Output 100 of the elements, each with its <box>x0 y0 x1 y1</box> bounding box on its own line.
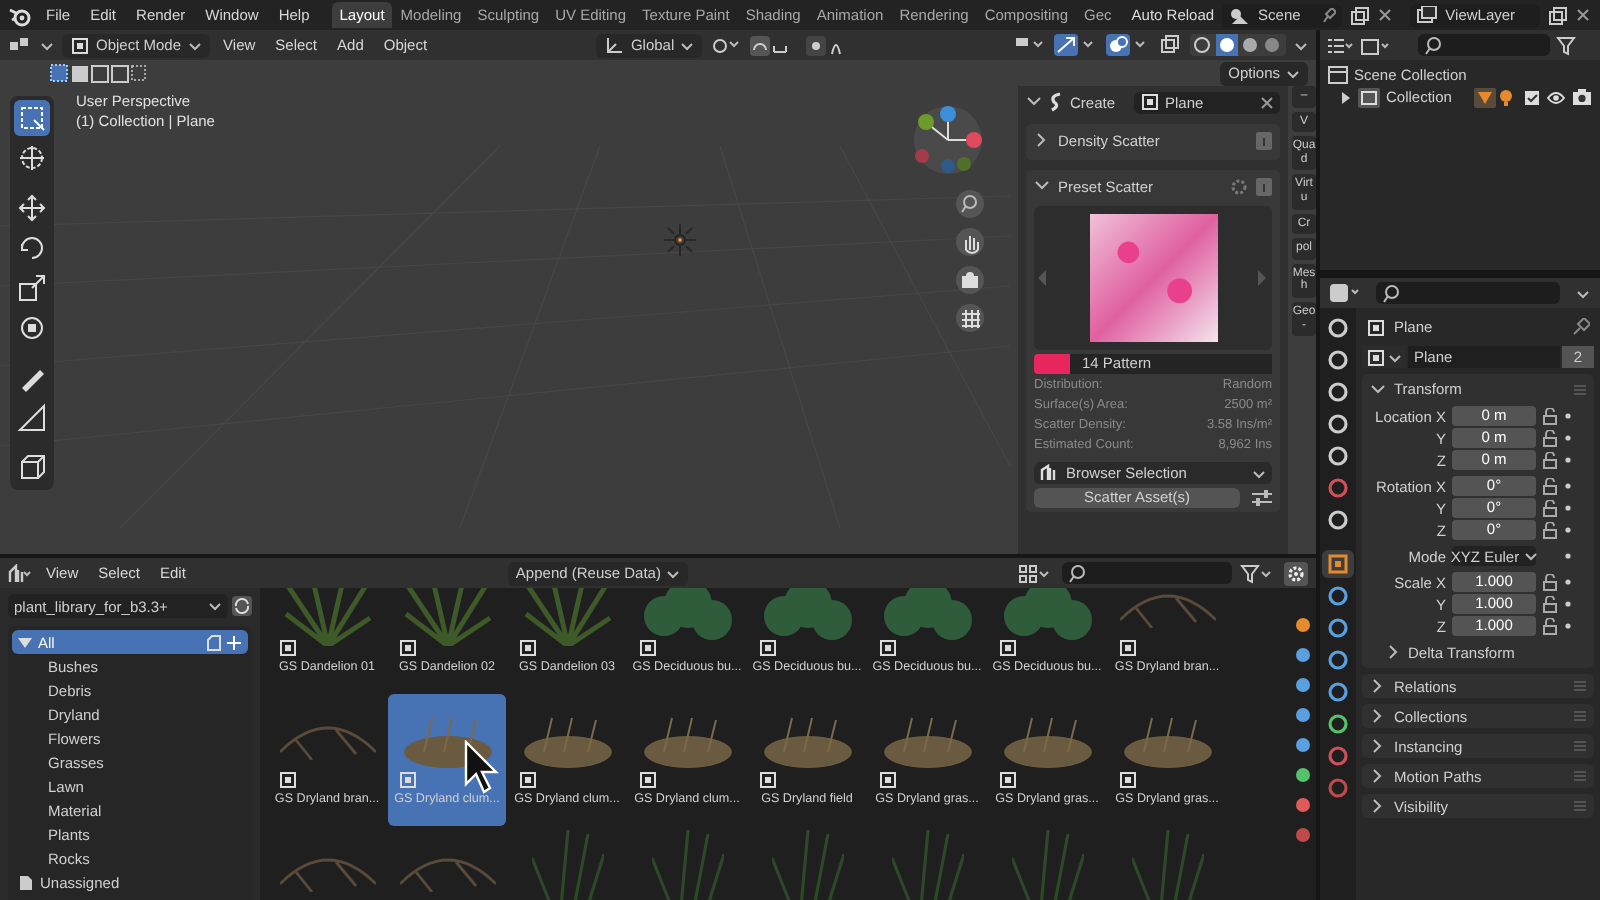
plant-thumbnail-drawing <box>1123 716 1211 768</box>
properties-tab[interactable] <box>1322 550 1354 578</box>
display-mode-icon[interactable] <box>1018 563 1054 583</box>
close-icon[interactable] <box>1576 7 1592 23</box>
navigation-gizmo-drawing[interactable] <box>912 104 984 176</box>
lock-icon[interactable] <box>1542 477 1558 495</box>
tool-button[interactable] <box>14 190 50 226</box>
clear-icon <box>1260 95 1274 109</box>
grid-button[interactable] <box>956 304 984 332</box>
filter-toggles-icon[interactable] <box>1474 87 1518 107</box>
transform-icon <box>16 312 48 344</box>
drag-handle-icon <box>1574 798 1586 814</box>
dropdown-caret-icon <box>208 600 222 612</box>
filter-icon[interactable] <box>1556 35 1576 55</box>
keyframe-dot-icon[interactable] <box>1564 552 1572 560</box>
lock-icon[interactable] <box>1542 451 1558 469</box>
search-field[interactable] <box>1418 34 1550 56</box>
camera-icon[interactable] <box>1572 88 1592 106</box>
document-icon <box>18 873 34 891</box>
eye-icon[interactable] <box>1546 89 1566 105</box>
search-icon <box>1382 283 1402 303</box>
new-view-layer-icon[interactable] <box>1548 5 1568 25</box>
filter-icon[interactable] <box>1240 563 1276 583</box>
scatter-logo-icon <box>1048 92 1064 112</box>
hand-button[interactable] <box>956 228 984 256</box>
plant-thumbnail-drawing <box>643 716 731 768</box>
keyframe-dot-icon[interactable] <box>1564 482 1572 490</box>
plant-thumbnail-drawing <box>403 588 491 646</box>
pivot-icon[interactable] <box>710 35 743 55</box>
plant-thumbnail-drawing <box>1131 830 1203 900</box>
lock-icon[interactable] <box>1542 617 1558 635</box>
editor-type-icon[interactable] <box>8 35 32 55</box>
gizmo-toggle-icon[interactable] <box>1054 34 1098 56</box>
search-field[interactable] <box>1376 282 1560 304</box>
overlay-toggle-icon[interactable] <box>1106 34 1150 56</box>
xray-toggle-icon[interactable] <box>1158 34 1182 56</box>
hand-icon <box>959 231 981 253</box>
dropdown-caret-icon <box>1252 467 1266 479</box>
close-icon[interactable] <box>1377 7 1394 23</box>
refresh-icon[interactable] <box>232 596 252 616</box>
editor-type-icon[interactable] <box>8 563 32 583</box>
color-swatch[interactable] <box>1034 354 1070 374</box>
cursor-icon <box>16 142 48 174</box>
plant-thumbnail-drawing <box>883 716 971 768</box>
pin-icon[interactable] <box>1572 318 1590 336</box>
keyframe-dot-icon[interactable] <box>1564 600 1572 608</box>
library-icon <box>1040 464 1058 482</box>
plant-thumbnail-drawing <box>1003 588 1091 640</box>
lock-icon[interactable] <box>1542 499 1558 517</box>
drag-handle-icon <box>1574 381 1586 397</box>
object-type-dropdown[interactable] <box>1362 346 1406 368</box>
tool-button[interactable] <box>14 140 50 176</box>
plant-thumbnail-drawing <box>771 830 843 900</box>
collection-box-icon <box>1328 66 1348 84</box>
expanded-arrow-icon[interactable] <box>18 635 32 649</box>
tool-button[interactable] <box>14 400 50 436</box>
zoom-button[interactable] <box>956 190 984 218</box>
new-scene-icon[interactable] <box>1349 5 1370 25</box>
display-mode-icon[interactable] <box>1360 35 1392 55</box>
checkbox-icon[interactable] <box>1524 89 1540 105</box>
lock-icon[interactable] <box>1542 429 1558 447</box>
keyframe-dot-icon[interactable] <box>1564 412 1572 420</box>
tool-button[interactable] <box>14 100 50 136</box>
gear-icon[interactable] <box>1230 177 1248 195</box>
axes-icon <box>604 35 625 55</box>
search-icon <box>1068 563 1088 583</box>
blender-logo-icon[interactable] <box>8 3 32 27</box>
shading-modes-icon[interactable] <box>1190 34 1286 56</box>
keyframe-dot-icon[interactable] <box>1564 578 1572 586</box>
plant-thumbnail-drawing <box>523 588 611 646</box>
sliders-icon[interactable] <box>1252 490 1272 506</box>
dropdown-caret-icon <box>1286 67 1300 79</box>
plant-thumbnail-drawing <box>643 588 731 640</box>
ruler-icon <box>16 402 48 434</box>
dropdown-caret-icon <box>1294 39 1308 51</box>
lock-icon[interactable] <box>1542 595 1558 613</box>
settings-icon[interactable] <box>1284 561 1308 585</box>
add-catalog-icon[interactable] <box>206 633 242 651</box>
tool-button[interactable] <box>14 270 50 306</box>
keyframe-dot-icon[interactable] <box>1564 504 1572 512</box>
camera-button[interactable] <box>956 266 984 294</box>
selection-mode-icon[interactable] <box>50 63 146 83</box>
keyframe-dot-icon[interactable] <box>1564 622 1572 630</box>
dropdown-caret-icon <box>666 567 681 579</box>
lock-icon[interactable] <box>1542 521 1558 539</box>
keyframe-dot-icon[interactable] <box>1564 526 1572 534</box>
pin-icon <box>1319 7 1336 23</box>
keyframe-dot-icon[interactable] <box>1564 456 1572 464</box>
editor-type-icon[interactable] <box>1326 35 1354 55</box>
keyframe-dot-icon[interactable] <box>1564 434 1572 442</box>
options-caret-icon[interactable] <box>1576 287 1592 299</box>
drag-handle-icon <box>1574 768 1586 784</box>
plant-thumbnail-drawing <box>883 588 971 640</box>
lock-icon[interactable] <box>1542 573 1558 591</box>
select-box-icon <box>16 102 48 134</box>
lock-icon[interactable] <box>1542 407 1558 425</box>
editor-type-icon[interactable] <box>1328 282 1360 304</box>
collapsed-arrow-icon[interactable] <box>1340 91 1352 103</box>
search-field[interactable] <box>1062 562 1232 584</box>
dropdown-caret-icon <box>187 39 202 51</box>
